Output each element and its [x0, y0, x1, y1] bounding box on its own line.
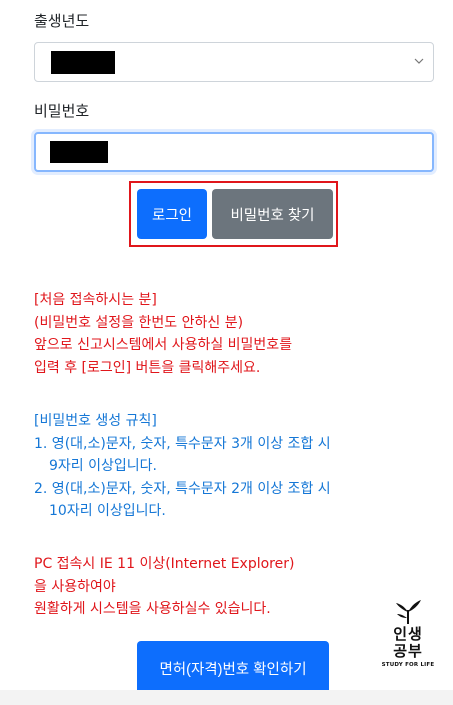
rule-line: 1. 영(대,소)문자, 숫자, 특수문자 3개 이상 조합 시 [34, 435, 331, 452]
rule-line: 9자리 이상입니다. [49, 458, 157, 474]
pc-browser-notice: PC 접속시 IE 11 이상(Internet Explorer) 을 사용하… [34, 553, 294, 621]
notice-line: [처음 접속하시는 분] [34, 292, 157, 308]
notice-line: 앞으로 신고시스템에서 사용하실 비밀번호를 [34, 337, 293, 353]
chevron-down-icon [414, 58, 424, 64]
redacted-value [50, 141, 108, 163]
password-label: 비밀번호 [34, 102, 90, 120]
license-check-button[interactable]: 면허(자격)번호 확인하기 [137, 641, 329, 695]
rules-title: [비밀번호 생성 규칙] [34, 413, 157, 429]
leaf-icon [396, 600, 421, 624]
study-for-life-logo: 인생 공부 STUDY FOR LIFE [378, 598, 438, 690]
notice-line: PC 접속시 IE 11 이상(Internet Explorer) [34, 556, 295, 572]
notice-line: 입력 후 [로그인] 버튼을 클릭해주세요. [34, 359, 261, 376]
bottom-bar [0, 690, 453, 705]
first-login-notice: [처음 접속하시는 분] (비밀번호 설정을 한번도 안하신 분) 앞으로 신고… [34, 289, 292, 379]
notice-line: 원활하게 시스템을 사용하실수 있습니다. [34, 601, 271, 617]
find-password-button[interactable]: 비밀번호 찾기 [212, 189, 333, 239]
login-button[interactable]: 로그인 [137, 189, 207, 239]
notice-line: (비밀번호 설정을 한번도 안하신 분) [34, 314, 244, 331]
birth-year-label: 출생년도 [34, 12, 90, 30]
logo-tagline: STUDY FOR LIFE [381, 662, 435, 668]
rule-line: 10자리 이상입니다. [49, 503, 166, 519]
password-input[interactable] [34, 132, 434, 172]
notice-line: 을 사용하여야 [34, 578, 116, 595]
rule-line: 2. 영(대,소)문자, 숫자, 특수문자 2개 이상 조합 시 [34, 480, 331, 497]
logo-text-line2: 공부 [393, 642, 423, 660]
logo-text-line1: 인생 [393, 625, 423, 643]
password-rules-notice: [비밀번호 생성 규칙] 1. 영(대,소)문자, 숫자, 특수문자 3개 이상… [34, 410, 331, 523]
redacted-value [51, 51, 115, 74]
birth-year-select[interactable] [34, 42, 434, 82]
